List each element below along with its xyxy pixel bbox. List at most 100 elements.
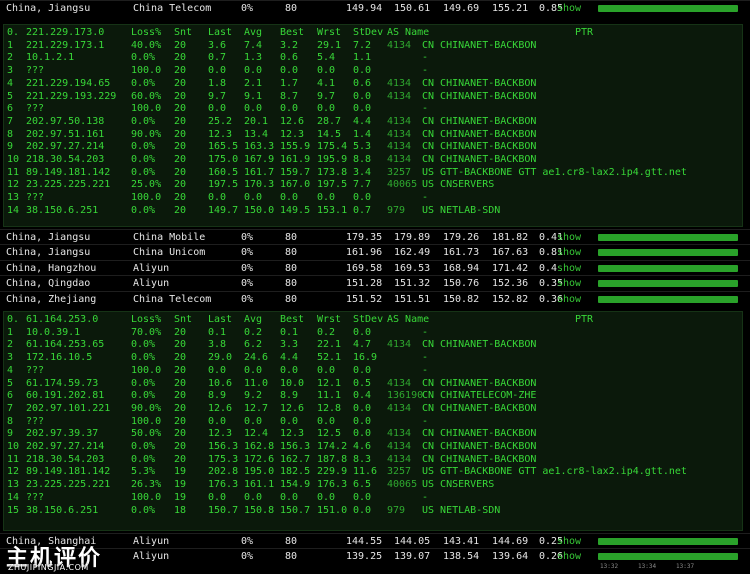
mtr-cell-stdev: 0.0 (353, 192, 372, 204)
mtr-cell-last: 0.0 (208, 103, 227, 115)
mtr-cell-best: 167.0 (280, 179, 311, 191)
summary-cell-best: 150.82 (443, 294, 480, 305)
mtr-cell-host: 202.97.101.221 (26, 402, 111, 414)
mtr-cell-as: CN CHINANET-BACKBON (422, 154, 537, 165)
mtr-cell-snt: 19 (174, 466, 187, 478)
mtr-panel-2: 0. 61.164.253.0 Loss% Snt Last Avg Best Wrst StD… (3, 311, 743, 531)
mtr-cell-snt: 20 (174, 377, 187, 389)
mtr-cell-stdev: 0.0 (353, 90, 372, 102)
time-tick: 13:34 (638, 563, 657, 570)
mtr-cell-asn: 4134 (387, 453, 412, 465)
latency-bar (598, 265, 738, 272)
summary-cell-sent: 80 (285, 536, 298, 547)
mtr-cell-last: 3.8 (208, 339, 227, 351)
mtr-cell-as: - (422, 192, 429, 204)
mtr-cell-asn: 4134 (387, 377, 412, 389)
show-link[interactable]: show (557, 245, 581, 260)
mtr-hop-row: 10 218.30.54.203 0.0% 20 175.0 167.9 161.9 195.… (4, 153, 742, 166)
mtr-cell-loss: 0.0% (131, 154, 156, 165)
mtr-cell-asn: 4134 (387, 141, 412, 153)
summary-cell-loss: 0% (241, 232, 254, 243)
show-link[interactable]: show (557, 534, 581, 549)
mtr-cell-asn: 40065 (387, 179, 418, 191)
mtr-cell-as: US NETLAB-SDN (422, 204, 501, 216)
mtr-cell-host: 221.229.173.0 (26, 27, 105, 38)
mtr-cell-as: CN CHINANET-BACKBON (422, 39, 537, 51)
mtr-cell-hop: 9 (7, 141, 14, 153)
summary-cell-sent: 80 (285, 3, 298, 14)
mtr-cell-last: 25.2 (208, 115, 233, 127)
summary-cell-worst: 171.42 (492, 263, 529, 274)
mtr-cell-best: 161.9 (280, 154, 311, 165)
show-link[interactable]: show (557, 292, 581, 307)
mtr-cell-loss: 60.0% (131, 90, 162, 102)
mtr-column-header-avg: Avg (244, 314, 263, 325)
summary-cell-loss: 0% (241, 263, 254, 274)
mtr-cell-as: US GTT-BACKBONE GTT ae1.cr8-lax2.ip4.gtt… (422, 166, 687, 178)
mtr-cell-avg: 24.6 (244, 352, 269, 364)
show-link[interactable]: show (557, 261, 581, 276)
mtr-cell-loss: 100.0 (131, 491, 162, 503)
show-link[interactable]: show (557, 276, 581, 291)
mtr-cell-snt: 20 (174, 39, 187, 51)
summary-cell-best: 150.76 (443, 278, 480, 289)
mtr-cell-snt: 20 (174, 77, 187, 89)
mtr-cell-as: US CNSERVERS (422, 179, 495, 191)
mtr-hop-row: 3 172.16.10.5 0.0% 20 29.0 24.6 4.4 52.1 16.9 - (4, 351, 742, 364)
mtr-cell-best: 12.6 (280, 115, 305, 127)
mtr-cell-host: ??? (26, 192, 45, 204)
mtr-cell-snt: 20 (174, 103, 187, 115)
mtr-cell-avg: 0.0 (244, 192, 263, 204)
mtr-column-header-avg: Avg (244, 27, 263, 38)
mtr-cell-host: 38.150.6.251 (26, 204, 99, 216)
mtr-cell-loss: 100.0 (131, 65, 162, 77)
mtr-cell-wrst: 4.1 (317, 77, 336, 89)
mtr-cell-avg: 11.0 (244, 377, 269, 389)
mtr-cell-last: 160.5 (208, 166, 239, 178)
show-link[interactable]: show (557, 1, 581, 16)
mtr-cell-avg: 7.4 (244, 39, 263, 51)
mtr-cell-loss: 100.0 (131, 364, 162, 376)
mtr-cell-snt: 19 (174, 491, 187, 503)
mtr-cell-wrst: 29.1 (317, 39, 342, 51)
latency-bar (598, 280, 738, 287)
summary-cell-location: China, Zhejiang (6, 294, 97, 305)
show-link[interactable]: show (557, 549, 581, 564)
summary-cell-isp: China Telecom (133, 294, 212, 305)
summary-cell-location: China, Jiangsu (6, 247, 91, 258)
summary-cell-loss: 0% (241, 247, 254, 258)
mtr-column-header-ptr: PTR (575, 27, 594, 38)
mtr-cell-best: 0.1 (280, 326, 299, 338)
mtr-cell-host: 218.30.54.203 (26, 154, 105, 165)
mtr-cell-avg: 150.0 (244, 204, 275, 216)
summary-row: China, Qingdao Aliyun 0% 80 151.28 151.32 150.… (0, 275, 750, 291)
mtr-cell-loss: 50.0% (131, 428, 162, 440)
mtr-cell-stdev: 7.7 (353, 179, 372, 191)
mtr-cell-hop: 6 (7, 103, 14, 115)
mtr-cell-last: 156.3 (208, 441, 239, 452)
mtr-cell-as: CN CHINANET-BACKBON (422, 77, 537, 89)
mtr-cell-snt: 20 (174, 128, 187, 140)
mtr-cell-last: 165.5 (208, 141, 239, 153)
mtr-cell-best: 12.3 (280, 428, 305, 440)
mtr-cell-snt: 20 (174, 441, 187, 452)
mtr-cell-snt: 18 (174, 504, 187, 516)
show-link[interactable]: show (557, 230, 581, 245)
mtr-cell-loss: 0.0% (131, 377, 156, 389)
mtr-hop-row: 4 221.229.194.65 0.0% 20 1.8 2.1 1.7 4.1 0.6 4134… (4, 77, 742, 90)
mtr-cell-snt: 20 (174, 339, 187, 351)
mtr-cell-avg: 150.8 (244, 504, 275, 516)
mtr-cell-wrst: 9.7 (317, 90, 336, 102)
mtr-cell-loss: 0.0% (131, 115, 156, 127)
mtr-cell-best: 10.0 (280, 377, 305, 389)
mtr-cell-last: 29.0 (208, 352, 233, 364)
mtr-cell-avg: 9.1 (244, 90, 263, 102)
mtr-column-header-last: Last (208, 314, 233, 325)
mtr-cell-asn: 4134 (387, 39, 412, 51)
mtr-cell-wrst: 229.9 (317, 466, 348, 478)
mtr-cell-asn: 3257 (387, 466, 412, 478)
summary-cell-best: 168.94 (443, 263, 480, 274)
mtr-cell-as: - (422, 326, 429, 338)
mtr-cell-loss: 0.0% (131, 166, 156, 178)
mtr-cell-last: 8.9 (208, 390, 227, 402)
